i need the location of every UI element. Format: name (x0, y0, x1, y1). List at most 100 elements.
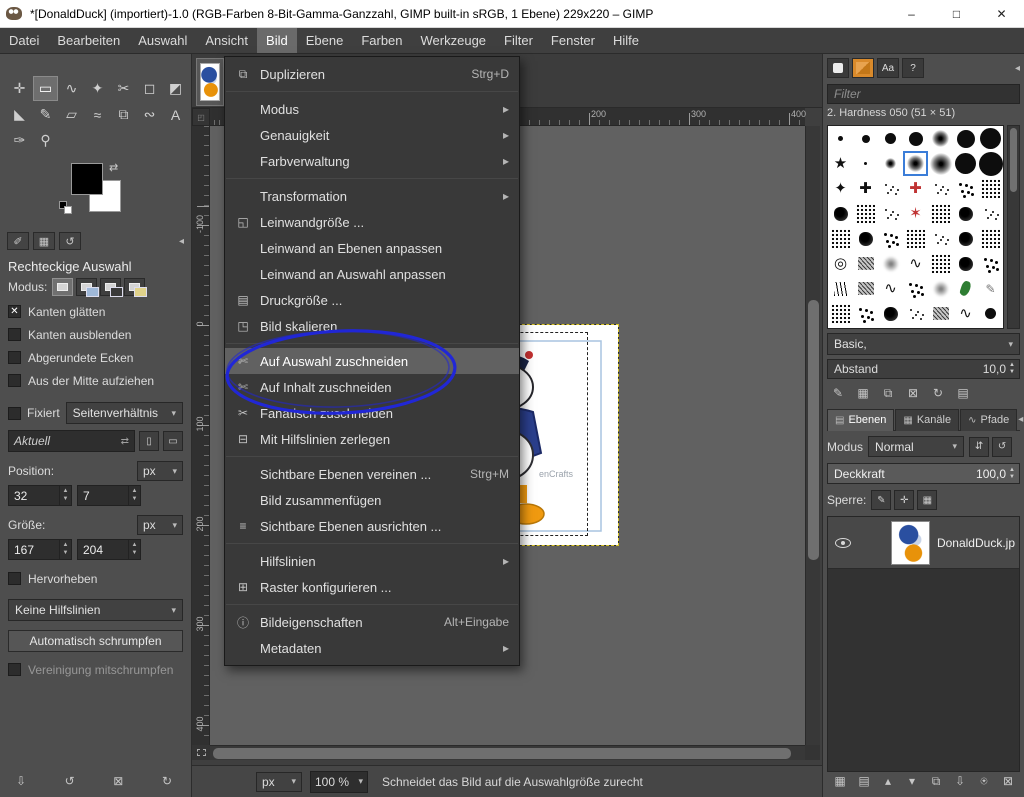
menu-item-mit-hilfslinien-zerlegen[interactable]: ⊟Mit Hilfslinien zerlegen (225, 426, 519, 452)
ruler-corner[interactable]: ◰ (192, 108, 210, 126)
portrait-orientation-button[interactable]: ▯ (139, 431, 159, 451)
brush-texture[interactable] (978, 176, 1003, 201)
menubar-item-bearbeiten[interactable]: Bearbeiten (48, 28, 129, 53)
brush-smoke[interactable] (878, 251, 903, 276)
size-width-spinner[interactable]: ▲▼ (59, 540, 71, 559)
brush-cross-red[interactable]: ✚ (903, 176, 928, 201)
mode-reset-icon[interactable]: ↺ (992, 437, 1012, 457)
lower-layer-icon[interactable]: ▾ (901, 771, 923, 791)
brush-fuzzy-l[interactable] (928, 151, 953, 176)
menu-item-leinwandgröße[interactable]: ◱Leinwandgröße ... (225, 209, 519, 235)
tool-rectangle-select[interactable]: ▭ (33, 76, 58, 101)
brush-star[interactable]: ★ (828, 151, 853, 176)
tool-text[interactable]: A (163, 102, 188, 127)
tool-smudge[interactable]: ∾ (137, 102, 162, 127)
tool-fuzzy-select[interactable]: ✦ (85, 76, 110, 101)
tab-kanäle[interactable]: ▦Kanäle (895, 409, 959, 431)
brush-scatter[interactable] (903, 301, 928, 326)
menu-item-bildeigenschaften[interactable]: ⓘBildeigenschaftenAlt+Eingabe (225, 609, 519, 635)
brush-sparkle[interactable]: ✦ (828, 176, 853, 201)
help-tab[interactable]: ? (902, 58, 924, 78)
opacity-spinner[interactable]: ▲▼ (1009, 467, 1015, 480)
tool-eraser[interactable]: ▱ (59, 102, 84, 127)
vertical-ruler[interactable]: -1000100200300400 (192, 126, 210, 745)
menu-item-metadaten[interactable]: Metadaten▸ (225, 635, 519, 661)
brush-blob[interactable] (953, 226, 978, 251)
panel-collapse-icon[interactable]: ◂ (179, 236, 184, 247)
device-status-tab-icon[interactable]: ▦ (33, 232, 55, 250)
merge-down-icon[interactable]: ⇩ (949, 771, 971, 791)
quick-mask-toggle[interactable] (192, 745, 210, 760)
size-height-input[interactable]: 204 ▲▼ (77, 539, 141, 560)
brush-spacing-slider[interactable]: Abstand 10,0 ▲▼ (827, 359, 1020, 379)
brush-grass[interactable] (828, 276, 853, 301)
menubar-item-ansicht[interactable]: Ansicht (196, 28, 257, 53)
menu-item-auf-inhalt-zuschneiden[interactable]: ✄Auf Inhalt zuschneiden (225, 374, 519, 400)
tool-flip[interactable]: ◩ (163, 76, 188, 101)
size-unit-dropdown[interactable]: px ▾ (137, 515, 183, 535)
checkbox-hervorheben[interactable]: Hervorheben (7, 567, 184, 590)
new-group-icon[interactable]: ▤ (853, 771, 875, 791)
brush-texture[interactable] (928, 201, 953, 226)
brush-scatter[interactable] (978, 201, 1003, 226)
brush-blob[interactable] (828, 201, 853, 226)
refresh-brushes-icon[interactable]: ↻ (927, 383, 949, 403)
brush-dots[interactable] (953, 176, 978, 201)
brush-texture[interactable] (978, 226, 1003, 251)
lock-pixels-icon[interactable]: ✎ (871, 490, 891, 510)
checkbox-kanten-glätten[interactable]: ✕Kanten glätten (7, 300, 184, 323)
tool-paintbrush[interactable]: ✎ (33, 102, 58, 127)
menu-item-leinwand-an-auswahl-anpassen[interactable]: Leinwand an Auswahl anpassen (225, 261, 519, 287)
brush-cross[interactable]: ✚ (853, 176, 878, 201)
menu-item-sichtbare-ebenen-ausrichten[interactable]: ≡Sichtbare Ebenen ausrichten ... (225, 513, 519, 539)
brush-sel-fuzzy[interactable] (903, 151, 928, 176)
tool-free-select[interactable]: ∿ (59, 76, 84, 101)
menubar-item-werkzeuge[interactable]: Werkzeuge (412, 28, 496, 53)
tab-ebenen[interactable]: ▤Ebenen (827, 409, 894, 431)
brush-circle-xl[interactable] (978, 126, 1003, 151)
panel-collapse-icon[interactable]: ◂ (1018, 414, 1023, 425)
brush-texture[interactable] (903, 226, 928, 251)
tool-bucket-fill[interactable]: ◣ (7, 102, 32, 127)
vertical-scrollbar[interactable] (805, 126, 820, 745)
menu-item-genauigkeit[interactable]: Genauigkeit▸ (225, 122, 519, 148)
brushes-tab[interactable] (827, 58, 849, 78)
checkbox-kanten-ausblenden[interactable]: Kanten ausblenden (7, 323, 184, 346)
brush-circle-xl[interactable] (953, 151, 978, 176)
brush-texture[interactable] (828, 226, 853, 251)
brush-scatter[interactable] (878, 201, 903, 226)
tool-move[interactable]: ✛ (7, 76, 32, 101)
brush-dots[interactable] (978, 251, 1003, 276)
menubar-item-datei[interactable]: Datei (0, 28, 48, 53)
mode-switch-icon[interactable]: ⇵ (969, 437, 989, 457)
opacity-slider[interactable]: Deckkraft 100,0 ▲▼ (827, 463, 1020, 484)
undo-history-tab-icon[interactable]: ↺ (59, 232, 81, 250)
menu-item-sichtbare-ebenen-vereinen[interactable]: Sichtbare Ebenen vereinen ...Strg+M (225, 461, 519, 487)
patterns-tab[interactable] (852, 58, 874, 78)
brush-blob[interactable] (953, 251, 978, 276)
new-brush-icon[interactable]: ▦ (852, 383, 874, 403)
maximize-button[interactable]: □ (934, 0, 979, 28)
tool-options-tab-icon[interactable]: ✐ (7, 232, 29, 250)
brush-filter-input[interactable]: Filter (827, 84, 1020, 104)
brush-dot-m[interactable] (878, 126, 903, 151)
position-y-input[interactable]: 7 ▲▼ (77, 485, 141, 506)
menubar-item-bild[interactable]: Bild (257, 28, 297, 53)
brush-scribble[interactable]: ∿ (878, 276, 903, 301)
default-colors-icon[interactable] (59, 201, 73, 215)
position-x-input[interactable]: 32 ▲▼ (8, 485, 72, 506)
brush-texture[interactable] (853, 201, 878, 226)
tool-zoom[interactable]: ⚲ (33, 128, 58, 153)
brush-dots[interactable] (878, 226, 903, 251)
fixed-type-dropdown[interactable]: Seitenverhältnis ▾ (66, 402, 183, 424)
brush-dot-xs[interactable] (828, 126, 853, 151)
brush-group-dropdown[interactable]: Basic, ▾ (827, 333, 1020, 355)
brush-sparkle-red[interactable]: ✶ (903, 201, 928, 226)
restore-settings-icon[interactable]: ↺ (59, 771, 81, 791)
menubar-item-auswahl[interactable]: Auswahl (129, 28, 196, 53)
delete-brush-icon[interactable]: ⊠ (902, 383, 924, 403)
brush-circle-l[interactable] (953, 126, 978, 151)
brush-chalk[interactable] (928, 301, 953, 326)
brush-fuzzy-m[interactable] (928, 126, 953, 151)
swap-dimensions-icon[interactable]: ⇄ (121, 436, 129, 447)
